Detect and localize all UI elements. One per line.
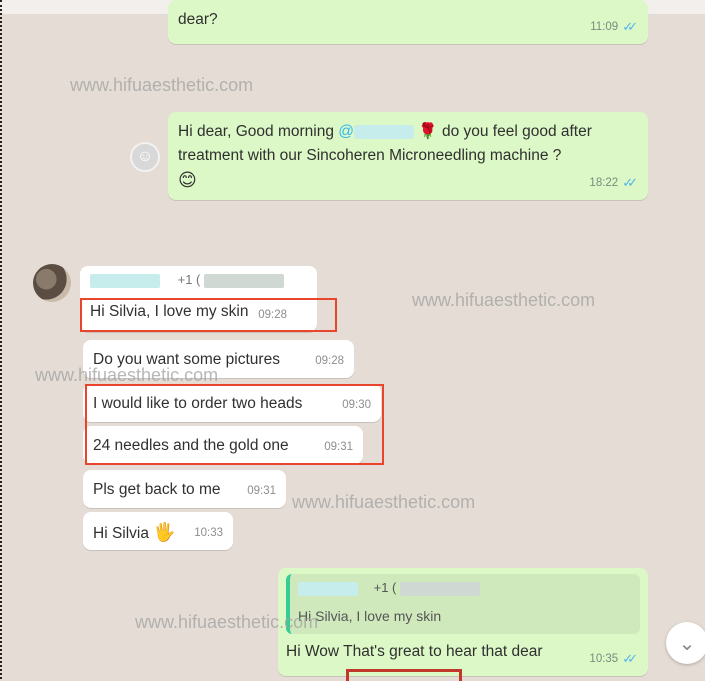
message-meta: 10:35 ✓✓	[589, 647, 638, 671]
message-outgoing[interactable]: Hi dear, Good morning @ 🌹 do you feel go…	[168, 112, 648, 200]
message-time: 09:31	[247, 485, 276, 497]
highlight-box	[85, 384, 384, 465]
quote-text: Hi Silvia, I love my skin	[298, 608, 442, 624]
message-meta: 18:22 ✓✓	[589, 171, 638, 195]
greeting-text: Hi dear, Good morning	[178, 123, 334, 140]
message-incoming[interactable]: Pls get back to me 09:31	[83, 470, 286, 508]
double-check-icon: ✓✓	[622, 175, 638, 190]
message-text: dear?	[178, 11, 218, 28]
message-incoming[interactable]: Hi Silvia 🖐 10:33	[83, 512, 233, 550]
sender-tag: +1 (	[373, 580, 397, 595]
smile-emoji: 😊	[178, 170, 197, 190]
message-text: Hi Wow That's great to hear that dear	[286, 643, 543, 660]
message-time: 10:33	[194, 527, 223, 539]
chevron-down-icon: ⌄	[678, 632, 696, 655]
message-outgoing-reply[interactable]: +1 ( Hi Silvia, I love my skin Hi Wow Th…	[278, 568, 648, 676]
mention[interactable]: @	[338, 123, 415, 140]
message-meta: 09:28	[315, 349, 344, 373]
watermark: www.hifuaesthetic.com	[292, 492, 476, 512]
watermark: www.hifuaesthetic.com	[35, 365, 219, 385]
avatar[interactable]	[33, 264, 71, 302]
quoted-message[interactable]: +1 ( Hi Silvia, I love my skin	[286, 574, 640, 634]
message-text: Hi Silvia	[93, 525, 149, 542]
highlight-box	[346, 669, 462, 681]
watermark: www.hifuaesthetic.com	[135, 612, 319, 632]
message-text: Pls get back to me	[93, 481, 221, 498]
redacted-name	[354, 124, 415, 139]
message-time: 18:22	[589, 177, 619, 189]
message-meta: 09:31	[247, 479, 276, 503]
scroll-down-button[interactable]: ⌄	[666, 622, 705, 664]
double-check-icon: ✓✓	[622, 19, 638, 34]
emoji-icon[interactable]: ☺	[130, 142, 160, 172]
message-time: 09:28	[315, 355, 344, 367]
quote-header: +1 (	[298, 580, 632, 596]
hand-emoji: 🖐	[153, 522, 176, 542]
watermark: www.hifuaesthetic.com	[412, 290, 596, 310]
highlight-box	[80, 298, 337, 332]
message-line-1: Hi dear, Good morning @ 🌹 do you feel go…	[178, 120, 638, 144]
message-time: 10:35	[589, 653, 619, 665]
sender-tag: +1 (	[177, 272, 201, 287]
dotted-frame-edge	[0, 0, 6, 679]
message-text: do you feel good after	[441, 123, 592, 140]
redacted-number	[400, 581, 481, 596]
redacted-number	[204, 273, 285, 288]
double-check-icon: ✓✓	[622, 651, 638, 666]
watermark: www.hifuaesthetic.com	[70, 75, 254, 95]
message-line-2: treatment with our Sincoheren Microneedl…	[178, 147, 562, 164]
message-meta: 11:09 ✓✓	[590, 15, 638, 39]
redacted-sender	[90, 273, 160, 288]
rose-emoji: 🌹	[418, 123, 438, 140]
message-outgoing[interactable]: dear? 11:09 ✓✓	[168, 0, 648, 44]
message-meta: 10:33	[194, 521, 223, 545]
message-time: 11:09	[590, 21, 619, 33]
sender-header: +1 (	[90, 272, 307, 288]
redacted-sender	[298, 581, 358, 596]
